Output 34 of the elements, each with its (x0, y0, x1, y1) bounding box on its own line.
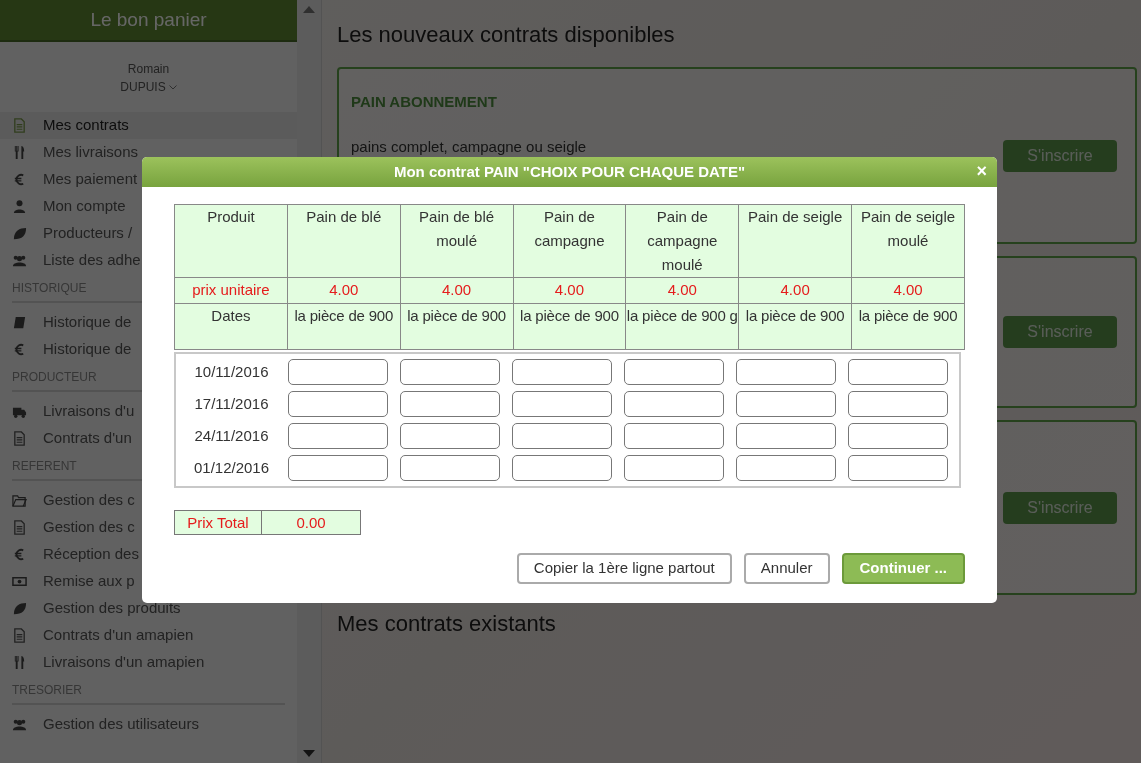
price-cell: 4.00 (287, 277, 401, 304)
date-label: 01/12/2016 (192, 457, 271, 478)
price-cell: 4.00 (625, 277, 739, 304)
total-label: Prix Total (174, 510, 262, 535)
section-heading: Mes contrats existants (337, 610, 557, 638)
column-header: Pain de seigle (738, 204, 852, 278)
column-header: Pain de campagne moulé (625, 204, 739, 278)
column-header: Produit (174, 204, 288, 278)
dates-label: Dates (174, 303, 288, 350)
unit-cell: la pièce de 900 (738, 303, 852, 350)
column-header: Pain de blé (287, 204, 401, 278)
unit-cell: la pièce de 900 (287, 303, 401, 350)
column-header: Pain de campagne (513, 204, 626, 278)
dialog-title: Mon contrat PAIN "CHOIX POUR CHAQUE DATE" (393, 161, 746, 182)
date-label: 17/11/2016 (193, 393, 270, 414)
price-cell: 4.00 (400, 277, 514, 304)
column-header: Pain de seigle moulé (851, 204, 965, 278)
contract-title: PAIN ABONNEMENT (351, 92, 498, 112)
unit-cell: la pièce de 900 (513, 303, 626, 350)
price-cell: 4.00 (513, 277, 626, 304)
total-value: 0.00 (262, 510, 361, 535)
page-heading: Les nouveaux contrats disponibles (337, 21, 676, 49)
date-label: 10/11/2016 (193, 361, 270, 382)
contract-description: pains complet, campagne ou seigle (351, 136, 587, 157)
price-label: prix unitaire (174, 277, 288, 304)
price-cell: 4.00 (738, 277, 852, 304)
user-first-name: Romain (127, 61, 170, 78)
unit-cell: la pièce de 900 g (625, 303, 739, 350)
column-header: Pain de blé moulé (400, 204, 514, 278)
unit-cell: la pièce de 900 (400, 303, 514, 350)
date-label: 24/11/2016 (193, 425, 270, 446)
app-header: Le bon panier (0, 0, 297, 42)
price-cell: 4.00 (851, 277, 965, 304)
unit-cell: la pièce de 900 (851, 303, 965, 350)
